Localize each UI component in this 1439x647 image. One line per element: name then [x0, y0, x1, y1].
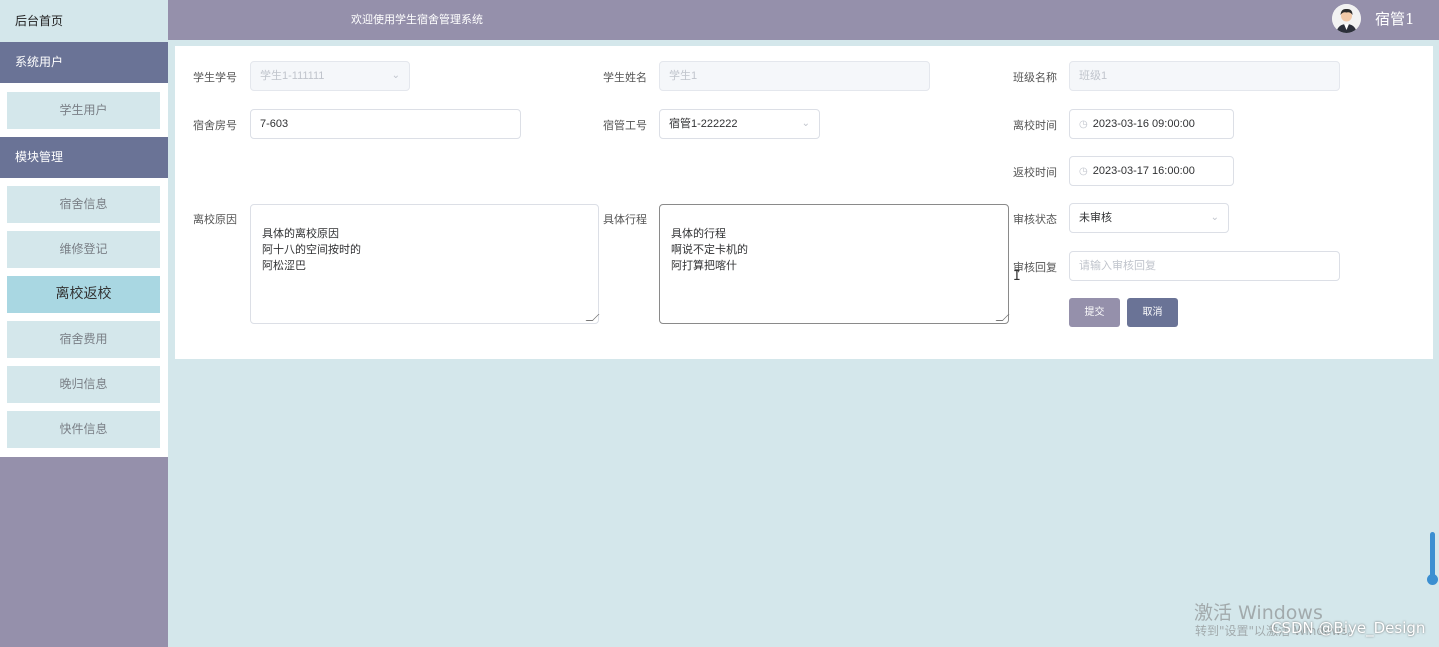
student-id-select: 学生1-111111 ⌄ [250, 61, 410, 91]
sidebar-group-module-management-list: 宿舍信息 维修登记 离校返校 宿舍费用 晚归信息 快件信息 [0, 178, 168, 457]
sidebar-item-repair-register[interactable]: 维修登记 [7, 231, 160, 268]
sidebar-item-leave-return[interactable]: 离校返校 [7, 276, 160, 313]
sidebar-item-dorm-info[interactable]: 宿舍信息 [7, 186, 160, 223]
student-name-label: 学生姓名 [603, 71, 647, 84]
return-time-label: 返校时间 [1013, 166, 1057, 179]
review-status-select[interactable]: 未审核 ⌄ [1069, 203, 1229, 233]
user-avatar[interactable] [1332, 4, 1361, 33]
sidebar-item-late-return-info[interactable]: 晚归信息 [7, 366, 160, 403]
itinerary-value: 具体的行程 啊说不定卡机的 阿打算把喀什 [671, 228, 748, 272]
leave-time-picker[interactable]: ◷ 2023-03-16 09:00:00 [1069, 109, 1234, 139]
sidebar-home-link[interactable]: 后台首页 [0, 0, 168, 42]
itinerary-label: 具体行程 [603, 213, 647, 226]
chevron-down-icon: ⌄ [801, 118, 810, 129]
room-no-input[interactable]: 7-603 [250, 109, 521, 139]
leave-time-label: 离校时间 [1013, 119, 1057, 132]
class-name-label: 班级名称 [1013, 71, 1057, 84]
return-time-value: 2023-03-17 16:00:00 [1092, 165, 1195, 177]
review-status-value: 未审核 [1079, 212, 1112, 224]
sidebar-group-system-users-list: 学生用户 [0, 83, 168, 137]
manager-id-select[interactable]: 宿管1-222222 ⌄ [659, 109, 820, 139]
sidebar: 后台首页 系统用户 学生用户 模块管理 宿舍信息 维修登记 离校返校 宿舍费用 … [0, 0, 168, 647]
csdn-watermark: CSDN @Biye_Design [1271, 619, 1426, 637]
review-status-label: 审核状态 [1013, 213, 1057, 226]
leave-reason-label: 离校原因 [193, 213, 237, 226]
user-name[interactable]: 宿管1 [1375, 0, 1415, 38]
manager-id-label: 宿管工号 [603, 119, 647, 132]
clock-icon: ◷ [1079, 166, 1088, 177]
return-time-picker[interactable]: ◷ 2023-03-17 16:00:00 [1069, 156, 1234, 186]
sidebar-item-parcel-info[interactable]: 快件信息 [7, 411, 160, 448]
class-name-field: 班级1 [1069, 61, 1340, 91]
header-title: 欢迎使用学生宿舍管理系统 [351, 13, 483, 26]
resize-grip-icon[interactable] [995, 314, 1010, 321]
chevron-down-icon: ⌄ [1210, 212, 1219, 223]
review-reply-input[interactable]: 请输入审核回复 [1069, 251, 1340, 281]
clock-icon: ◷ [1079, 119, 1088, 130]
student-name-field: 学生1 [659, 61, 930, 91]
review-reply-placeholder: 请输入审核回复 [1079, 260, 1156, 272]
top-header: 欢迎使用学生宿舍管理系统 宿管1 [168, 0, 1439, 40]
manager-id-value: 宿管1-222222 [669, 118, 738, 130]
sidebar-group-module-management[interactable]: 模块管理 [0, 137, 168, 178]
leave-reason-textarea[interactable]: 具体的离校原因 阿十八的空间按时的 阿松涩巴 [250, 204, 600, 324]
leave-reason-value: 具体的离校原因 阿十八的空间按时的 阿松涩巴 [262, 228, 361, 272]
leave-time-value: 2023-03-16 09:00:00 [1092, 118, 1195, 130]
avatar-icon [1332, 4, 1361, 33]
resize-grip-icon[interactable] [585, 314, 600, 321]
sidebar-item-student-users[interactable]: 学生用户 [7, 92, 160, 129]
room-no-label: 宿舍房号 [193, 119, 237, 132]
leave-return-form-panel: 学生学号 学生1-111111 ⌄ 学生姓名 学生1 班级名称 班级1 宿舍房号… [175, 46, 1433, 359]
sidebar-item-dorm-fees[interactable]: 宿舍费用 [7, 321, 160, 358]
text-cursor-icon: I [1013, 269, 1021, 284]
scrollbar-knob[interactable] [1427, 574, 1438, 585]
student-id-value: 学生1-111111 [260, 70, 325, 82]
sidebar-group-system-users[interactable]: 系统用户 [0, 42, 168, 83]
chevron-down-icon: ⌄ [391, 70, 400, 81]
submit-button[interactable]: 提交 [1069, 298, 1120, 327]
student-id-label: 学生学号 [193, 71, 237, 84]
itinerary-textarea[interactable]: 具体的行程 啊说不定卡机的 阿打算把喀什 [659, 204, 1010, 324]
cancel-button[interactable]: 取消 [1127, 298, 1178, 327]
